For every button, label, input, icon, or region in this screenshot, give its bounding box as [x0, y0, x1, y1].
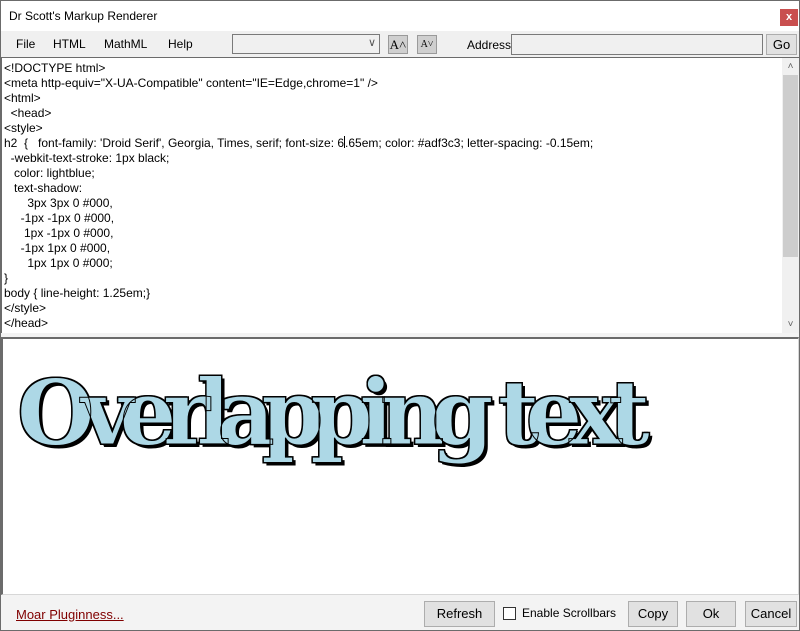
render-preview-pane: Overlapping text: [1, 337, 799, 595]
rendered-heading: Overlapping text: [17, 360, 651, 466]
font-select-dropdown[interactable]: ∨: [232, 34, 380, 54]
markup-source-text[interactable]: <!DOCTYPE html> <meta http-equiv="X-UA-C…: [4, 61, 782, 331]
address-label: Address:: [467, 38, 515, 52]
cancel-button[interactable]: Cancel: [745, 601, 797, 627]
scrollbar-thumb[interactable]: [783, 75, 798, 257]
menu-mathml[interactable]: MathML: [104, 37, 147, 51]
enable-scrollbars-label[interactable]: Enable Scrollbars: [522, 606, 616, 620]
go-button[interactable]: Go: [766, 34, 797, 55]
menu-html[interactable]: HTML: [53, 37, 86, 51]
chevron-down-icon: ∨: [367, 37, 376, 49]
markup-editor[interactable]: <!DOCTYPE html> <meta http-equiv="X-UA-C…: [1, 57, 799, 333]
menu-file[interactable]: File: [16, 37, 35, 51]
address-input[interactable]: [511, 34, 763, 55]
window-title: Dr Scott's Markup Renderer: [9, 9, 158, 23]
app-window: Dr Scott's Markup Renderer x File HTML M…: [0, 0, 800, 631]
menu-help[interactable]: Help: [168, 37, 193, 51]
source-after-caret: .65em; color: #adf3c3; letter-spacing: -…: [4, 136, 594, 330]
font-increase-icon: A˄: [389, 37, 407, 52]
editor-vertical-scrollbar[interactable]: ˄ ˅: [782, 58, 799, 333]
enable-scrollbars-checkbox[interactable]: [503, 607, 516, 620]
close-button[interactable]: x: [780, 9, 798, 26]
refresh-button[interactable]: Refresh: [424, 601, 495, 627]
ok-button[interactable]: Ok: [686, 601, 736, 627]
copy-button[interactable]: Copy: [628, 601, 678, 627]
close-icon: x: [785, 11, 793, 23]
decrease-font-button[interactable]: A˅: [417, 35, 437, 54]
font-decrease-icon: A˅: [420, 39, 434, 50]
increase-font-button[interactable]: A˄: [388, 35, 408, 54]
moar-pluginness-link[interactable]: Moar Pluginness...: [16, 607, 124, 622]
title-bar: Dr Scott's Markup Renderer x: [1, 1, 799, 31]
scroll-down-icon[interactable]: ˅: [782, 316, 799, 333]
scroll-up-icon[interactable]: ˄: [782, 58, 799, 75]
source-before-caret: <!DOCTYPE html> <meta http-equiv="X-UA-C…: [4, 61, 378, 150]
